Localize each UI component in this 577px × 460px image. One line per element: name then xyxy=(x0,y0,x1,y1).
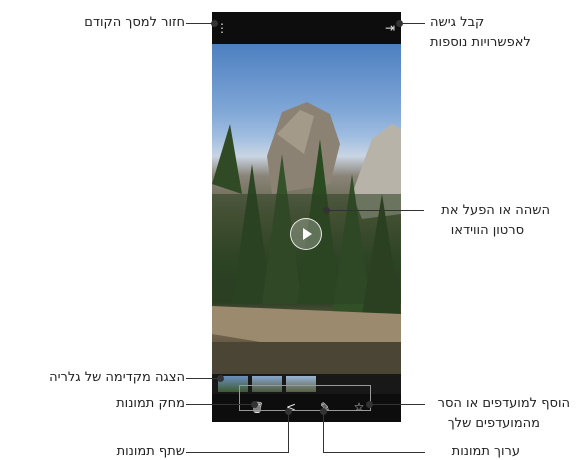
callout-back: חזור למסך הקודם xyxy=(84,15,185,30)
phone-screen: ⋮ ⇥ 🗑 < ✎ ☆ xyxy=(212,12,401,422)
callout-play-video-line2: סרטון הווידאו xyxy=(450,223,524,238)
landscape-illustration xyxy=(212,102,401,374)
leader-line xyxy=(186,23,213,24)
callout-favorites-line2: מהמועדפים שלך xyxy=(447,416,540,431)
leader-dot xyxy=(211,20,218,27)
leader-dot xyxy=(251,401,258,408)
leader-line xyxy=(323,412,324,453)
leader-line xyxy=(328,210,424,211)
callout-more-options-line2: לאפשרויות נוספות xyxy=(430,35,531,50)
leader-line xyxy=(186,404,254,405)
toolbar-highlight xyxy=(239,385,371,411)
callout-more-options-line1: קבל גישה xyxy=(430,15,485,30)
share-forward-icon[interactable]: ⇥ xyxy=(384,21,396,35)
callout-play-video-line1: השהה או הפעל את xyxy=(441,203,550,218)
leader-line xyxy=(371,404,425,405)
callout-favorites-line1: הוסף למועדפים או הסר xyxy=(437,396,570,411)
leader-line xyxy=(288,412,289,453)
play-pause-button[interactable] xyxy=(290,218,322,250)
video-preview-image xyxy=(212,44,401,374)
leader-line xyxy=(401,23,425,24)
callout-delete-images: מחק תמונות xyxy=(116,396,185,411)
leader-line xyxy=(323,452,425,453)
callout-edit-images: ערוך תמונות xyxy=(451,444,520,459)
leader-line xyxy=(186,378,220,379)
top-bar: ⋮ ⇥ xyxy=(212,12,401,44)
leader-dot xyxy=(217,375,224,382)
callout-gallery-preview: הצגה מקדימה של גלריה xyxy=(49,370,185,385)
callout-share-images: שתף תמונות xyxy=(116,444,185,459)
leader-line xyxy=(186,452,289,453)
